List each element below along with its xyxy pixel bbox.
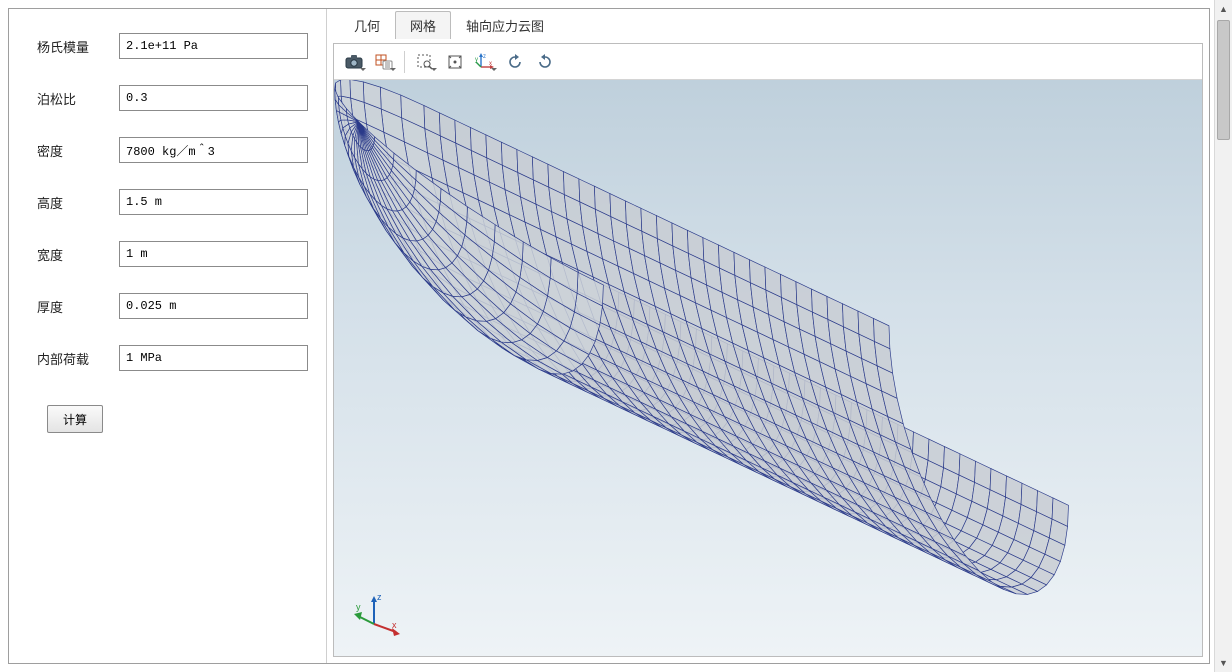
row-poisson: 泊松比 (37, 85, 308, 111)
label-height: 高度 (37, 193, 111, 212)
input-youngs-modulus[interactable] (119, 33, 308, 59)
viewport-toolbar: zx y (334, 44, 1202, 80)
scroll-up-arrow[interactable]: ▲ (1215, 0, 1232, 18)
input-poisson[interactable] (119, 85, 308, 111)
camera-icon[interactable] (340, 48, 368, 76)
label-youngs-modulus: 杨氏模量 (37, 37, 111, 56)
label-thickness: 厚度 (37, 297, 111, 316)
row-load: 内部荷载 (37, 345, 308, 371)
parameters-panel: 杨氏模量 泊松比 密度 高度 宽度 厚度 内部荷载 计算 (9, 9, 327, 663)
input-height[interactable] (119, 189, 308, 215)
main-area: 几何 网格 轴向应力云图 zxy (327, 9, 1209, 663)
tab-stress-contour[interactable]: 轴向应力云图 (451, 11, 559, 39)
row-height: 高度 (37, 189, 308, 215)
triad-y-label: y (356, 602, 361, 612)
tab-geometry[interactable]: 几何 (339, 11, 395, 39)
compute-button[interactable]: 计算 (47, 405, 103, 433)
mesh-rendering (334, 80, 1202, 656)
row-thickness: 厚度 (37, 293, 308, 319)
input-load[interactable] (119, 345, 308, 371)
toolbar-separator (404, 51, 405, 73)
zoom-box-icon[interactable] (411, 48, 439, 76)
rotate-ccw-icon[interactable] (501, 48, 529, 76)
scroll-track[interactable] (1215, 18, 1232, 654)
axis-triad-icon: z x y (354, 588, 404, 638)
input-density[interactable] (119, 137, 308, 163)
input-thickness[interactable] (119, 293, 308, 319)
label-poisson: 泊松比 (37, 89, 111, 108)
viewport-3d[interactable]: z x y (334, 80, 1202, 656)
tab-mesh[interactable]: 网格 (395, 11, 451, 39)
triad-x-label: x (392, 620, 397, 630)
app-frame: 杨氏模量 泊松比 密度 高度 宽度 厚度 内部荷载 计算 (8, 8, 1210, 664)
label-width: 宽度 (37, 245, 111, 264)
window-vertical-scrollbar[interactable]: ▲ ▼ (1214, 0, 1232, 672)
viewport-frame: zxy z x (333, 43, 1203, 657)
scroll-thumb[interactable] (1217, 20, 1230, 140)
zoom-extents-icon[interactable] (441, 48, 469, 76)
axes-icon[interactable]: zx y (471, 48, 499, 76)
row-density: 密度 (37, 137, 308, 163)
svg-text:y: y (475, 57, 478, 63)
label-density: 密度 (37, 141, 111, 160)
grid-settings-icon[interactable] (370, 48, 398, 76)
tabs: 几何 网格 轴向应力云图 (333, 13, 1203, 39)
input-width[interactable] (119, 241, 308, 267)
scroll-down-arrow[interactable]: ▼ (1215, 654, 1232, 672)
rotate-cw-icon[interactable] (531, 48, 559, 76)
svg-text:z: z (483, 54, 486, 60)
triad-z-label: z (377, 592, 382, 602)
svg-text:x: x (489, 61, 492, 67)
label-load: 内部荷载 (37, 349, 111, 368)
row-width: 宽度 (37, 241, 308, 267)
row-youngs-modulus: 杨氏模量 (37, 33, 308, 59)
